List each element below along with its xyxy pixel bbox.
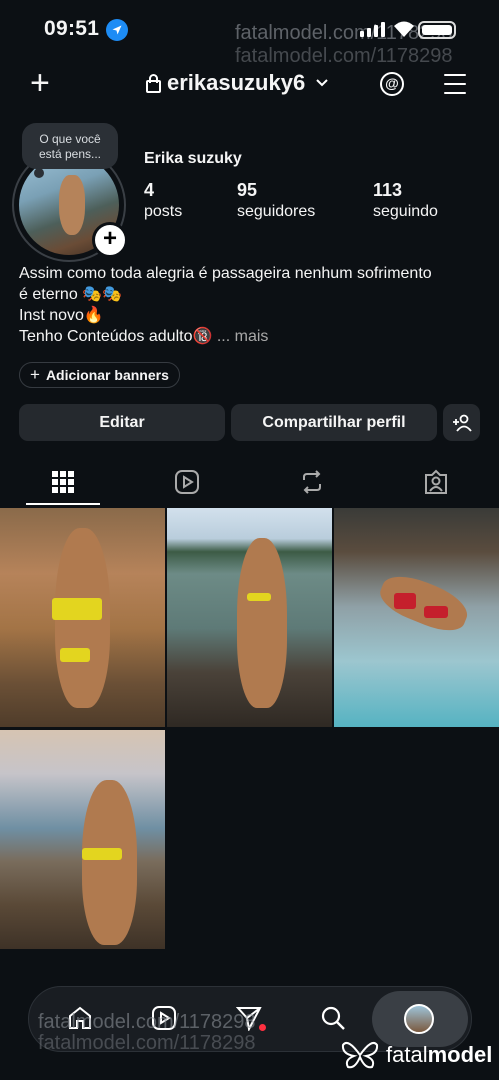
reposts-icon (303, 470, 321, 494)
bio-more-link[interactable]: ... mais (217, 328, 269, 345)
post-thumbnail[interactable] (334, 508, 499, 727)
wifi-icon (393, 20, 415, 43)
username: erikasuzuky6 (167, 70, 306, 95)
location-icon (106, 19, 128, 41)
active-tab-indicator (26, 503, 100, 505)
followers-label: seguidores (237, 203, 316, 220)
share-profile-button[interactable]: Compartilhar perfil (231, 404, 437, 441)
followers-count[interactable]: 95 (237, 180, 257, 201)
note-bubble-tail (34, 168, 44, 178)
menu-icon[interactable] (444, 74, 466, 101)
edit-profile-button[interactable]: Editar (19, 404, 225, 441)
post-thumbnail[interactable] (167, 508, 332, 727)
tagged-icon (425, 469, 447, 494)
battery-icon (418, 21, 456, 39)
threads-icon[interactable]: @ (380, 72, 404, 96)
tab-tagged[interactable] (418, 464, 454, 500)
plus-icon: + (30, 365, 40, 384)
cellular-signal-icon (360, 22, 385, 37)
post-thumbnail[interactable] (0, 508, 165, 727)
bio: Assim como toda alegria é passageira nen… (19, 263, 489, 347)
tab-reposts[interactable] (294, 464, 330, 500)
add-person-icon (452, 414, 472, 432)
add-banners-button[interactable]: + Adicionar banners (19, 362, 180, 388)
nav-profile-avatar[interactable] (404, 1004, 434, 1034)
bio-line: é eterno 🎭🎭 (19, 286, 122, 303)
profile-name: Erika suzuky (144, 150, 242, 167)
chevron-down-icon (316, 79, 328, 87)
discover-people-button[interactable] (443, 404, 480, 441)
grid-icon (52, 471, 74, 493)
search-icon (321, 1006, 345, 1030)
following-label: seguindo (373, 203, 438, 220)
bio-line: Tenho Conteúdos adulto🔞 (19, 328, 213, 345)
post-thumbnail[interactable] (0, 730, 165, 949)
bio-line: Assim como toda alegria é passageira nen… (19, 265, 432, 282)
following-count[interactable]: 113 (373, 180, 402, 201)
posts-count[interactable]: 4 (144, 180, 154, 201)
watermark-bottom: fatalmodel.com/1178298 fatalmodel.com/11… (38, 1011, 256, 1054)
notification-dot (259, 1024, 266, 1031)
butterfly-logo-icon (341, 1042, 379, 1069)
tab-reels[interactable] (169, 464, 205, 500)
brand-logo: fatalmodel (340, 1040, 492, 1070)
note-bubble[interactable]: O que você está pens... (22, 123, 118, 169)
nav-search[interactable] (318, 1003, 348, 1033)
bio-line: Inst novo🔥 (19, 307, 104, 324)
tab-grid[interactable] (45, 464, 81, 500)
posts-label: posts (144, 203, 183, 220)
lock-icon (146, 73, 161, 93)
account-switcher[interactable]: erikasuzuky6 (146, 70, 329, 96)
status-time: 09:51 (44, 17, 100, 40)
add-story-icon[interactable]: + (92, 222, 128, 258)
create-icon[interactable]: + (30, 66, 50, 100)
reels-icon (175, 470, 199, 494)
